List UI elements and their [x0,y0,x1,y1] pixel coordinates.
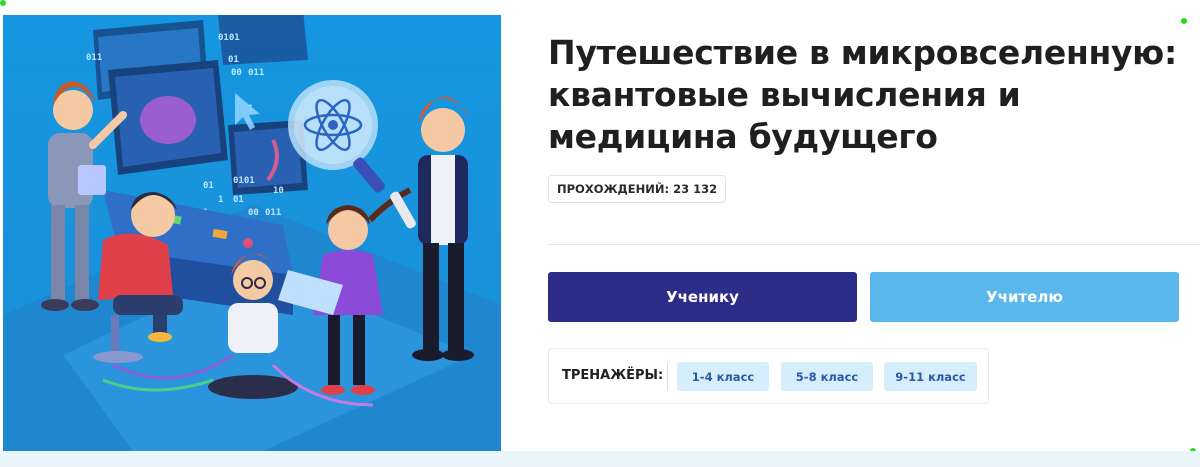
binary-text: 011 [265,208,281,218]
binary-text: 10 [273,186,284,196]
course-card: 0101 011 01 00 011 1 0101 10 01 1 01 1 0… [0,0,1200,467]
grade-chip-1-4[interactable]: 1-4 класс [677,362,769,391]
binary-text: 01 [233,195,244,205]
course-illustration: 0101 011 01 00 011 1 0101 10 01 1 01 1 0… [3,15,501,451]
binary-text: 00 [248,208,259,218]
trainers-label: ТРЕНАЖЁРЫ: [562,368,664,383]
passes-count-badge: ПРОХОЖДЕНИЙ: 23 132 [548,175,727,203]
binary-text: 01 [228,55,239,65]
trainers-panel: ТРЕНАЖЁРЫ: 1-4 класс 5-8 класс 9-11 клас… [548,348,989,404]
student-button[interactable]: Ученику [548,272,857,322]
section-divider [548,244,1200,245]
bottom-strip [0,451,1200,467]
course-title: Путешествие в микровселенную: квантовые … [548,33,1177,156]
kids-lab-illustration-image: 0101 011 01 00 011 1 0101 10 01 1 01 1 0… [3,15,501,451]
corner-marker [1181,18,1187,24]
binary-text: 01 [203,181,214,191]
passes-label: ПРОХОЖДЕНИЙ: [557,182,670,196]
grade-chip-5-8[interactable]: 5-8 класс [781,362,873,391]
binary-text: 011 [86,53,102,63]
corner-marker [0,0,6,6]
binary-text: 0101 [218,33,240,43]
binary-text: 011 [248,68,264,78]
teacher-button[interactable]: Учителю [870,272,1179,322]
binary-text: 1 [218,195,223,205]
trainers-separator [667,363,668,391]
binary-text: 0101 [233,176,255,186]
binary-text: 00 [231,68,242,78]
grade-chip-9-11[interactable]: 9-11 класс [884,362,977,391]
passes-value: 23 132 [673,182,718,196]
